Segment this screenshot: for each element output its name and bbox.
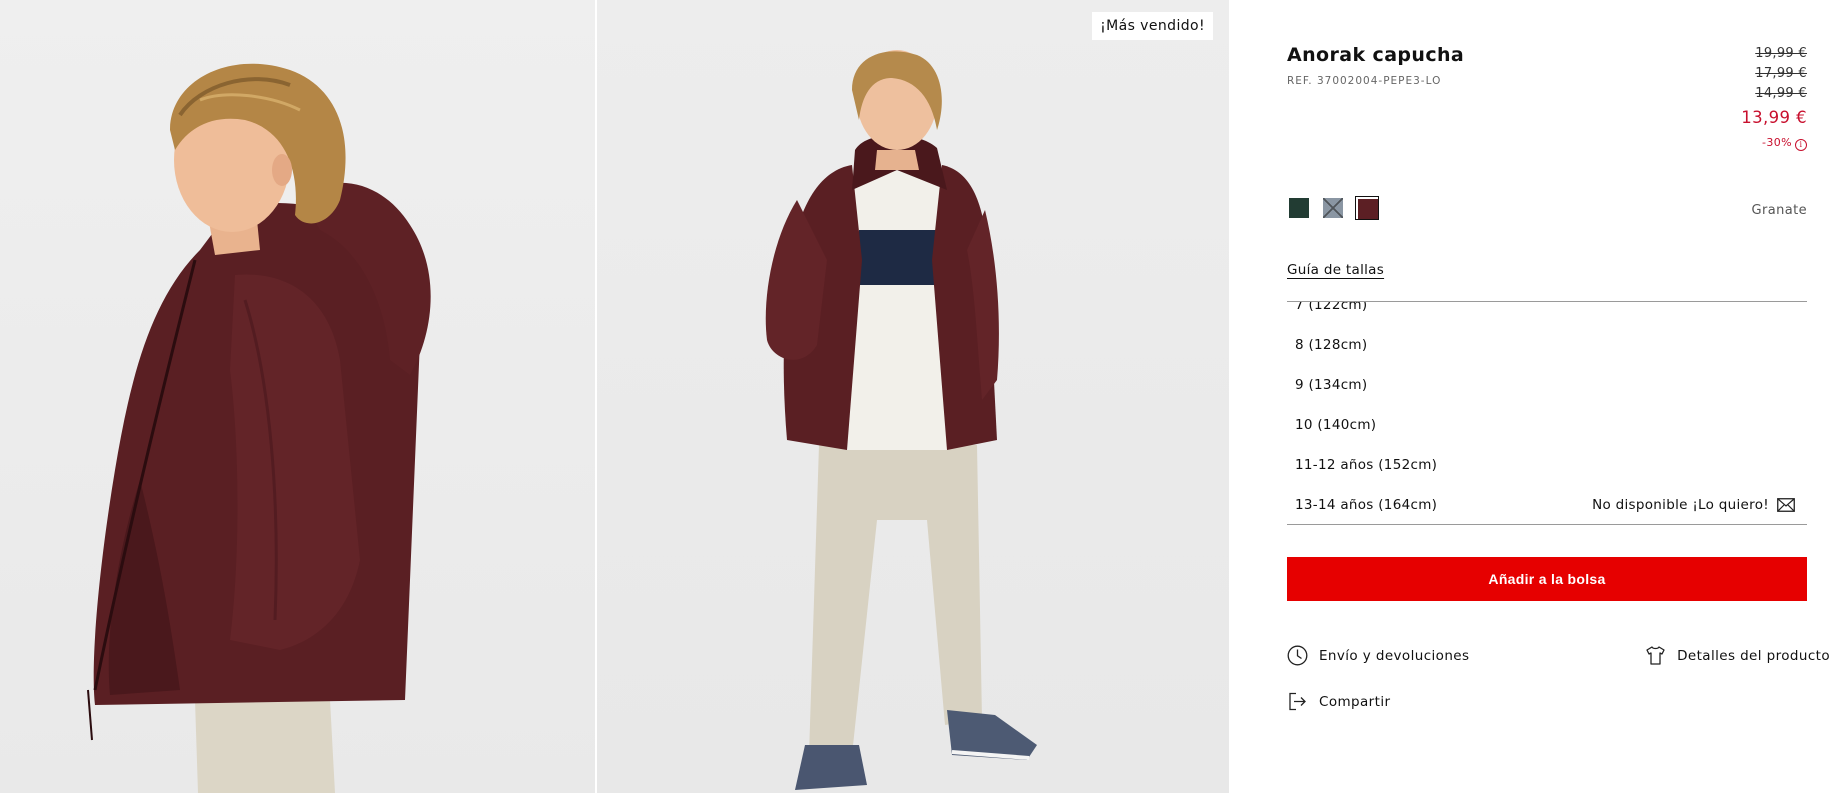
boy-side-illustration bbox=[87, 63, 431, 793]
price-block: 19,99 € 17,99 € 14,99 € 13,99 € -30% i bbox=[1741, 44, 1807, 151]
size-guide-link[interactable]: Guía de tallas bbox=[1287, 262, 1384, 278]
old-price: 17,99 € bbox=[1755, 66, 1807, 81]
old-price: 19,99 € bbox=[1755, 46, 1807, 61]
product-title: Anorak capucha bbox=[1287, 44, 1465, 66]
share-label: Compartir bbox=[1319, 693, 1391, 710]
sale-price: 13,99 € bbox=[1741, 108, 1807, 127]
size-list[interactable]: 7 (122cm) 8 (128cm) 9 (134cm) 10 (140cm)… bbox=[1287, 302, 1807, 524]
size-label: 8 (128cm) bbox=[1295, 337, 1368, 353]
size-label: 9 (134cm) bbox=[1295, 377, 1368, 393]
size-label: 10 (140cm) bbox=[1295, 417, 1377, 433]
selected-color-name: Granate bbox=[1751, 203, 1807, 218]
size-label: 11-12 años (152cm) bbox=[1295, 457, 1438, 473]
envelope-icon bbox=[1777, 498, 1795, 512]
product-ref: REF. 37002004-PEPE3-LO bbox=[1287, 75, 1442, 87]
shipping-returns-label: Envío y devoluciones bbox=[1319, 647, 1470, 664]
product-info-panel: Anorak capucha REF. 37002004-PEPE3-LO 19… bbox=[1287, 0, 1830, 793]
notify-me-link[interactable]: No disponible ¡Lo quiero! bbox=[1592, 497, 1795, 513]
tshirt-icon bbox=[1645, 645, 1666, 666]
size-label: 13-14 años (164cm) bbox=[1295, 497, 1438, 513]
size-list-bottom-divider bbox=[1287, 524, 1807, 525]
product-details-link[interactable]: Detalles del producto bbox=[1645, 645, 1830, 666]
product-details-label: Detalles del producto bbox=[1677, 647, 1830, 664]
boy-full-body-illustration bbox=[765, 50, 1037, 790]
old-price: 14,99 € bbox=[1755, 86, 1807, 101]
availability-status: No disponible ¡Lo quiero! bbox=[1592, 497, 1769, 513]
size-option[interactable]: 9 (134cm) bbox=[1287, 365, 1807, 405]
size-option-unavailable[interactable]: 13-14 años (164cm) No disponible ¡Lo qui… bbox=[1287, 485, 1807, 524]
product-image-full[interactable]: ¡Más vendido! bbox=[597, 0, 1229, 793]
size-option[interactable]: 8 (128cm) bbox=[1287, 325, 1807, 365]
bestseller-badge: ¡Más vendido! bbox=[1092, 12, 1213, 40]
share-link[interactable]: Compartir bbox=[1287, 691, 1390, 712]
color-swatch-dark-green[interactable] bbox=[1287, 196, 1311, 220]
share-exit-icon bbox=[1287, 691, 1308, 712]
product-image-side[interactable] bbox=[0, 0, 595, 793]
clock-icon bbox=[1287, 645, 1308, 666]
discount-value: -30% bbox=[1761, 136, 1792, 149]
add-to-bag-button[interactable]: Añadir a la bolsa bbox=[1287, 557, 1807, 601]
size-option[interactable]: 11-12 años (152cm) bbox=[1287, 445, 1807, 485]
discount-label: -30% i bbox=[1741, 136, 1807, 151]
shipping-returns-link[interactable]: Envío y devoluciones bbox=[1287, 645, 1469, 666]
size-option[interactable]: 7 (122cm) bbox=[1287, 302, 1807, 325]
size-label: 7 (122cm) bbox=[1295, 302, 1368, 313]
color-swatches bbox=[1287, 196, 1379, 220]
color-swatch-granate[interactable] bbox=[1355, 196, 1379, 220]
info-icon[interactable]: i bbox=[1795, 139, 1807, 151]
size-option[interactable]: 10 (140cm) bbox=[1287, 405, 1807, 445]
color-swatch-grey-blue[interactable] bbox=[1321, 196, 1345, 220]
